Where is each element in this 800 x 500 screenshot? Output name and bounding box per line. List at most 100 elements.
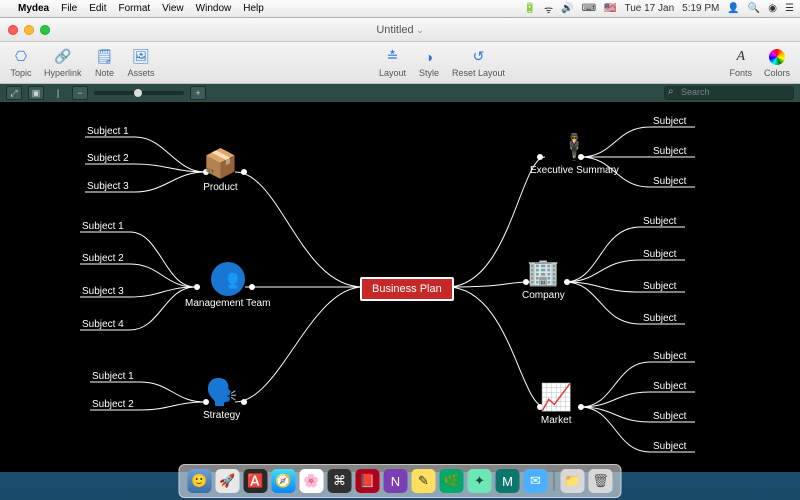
zoom-center-button[interactable]: ▣ [28, 86, 44, 100]
executive-icon: 🕴️ [558, 132, 590, 163]
toolbar-style-button[interactable]: ◑ Style [418, 48, 440, 78]
window-zoom-button[interactable] [40, 25, 50, 35]
zoom-out-button[interactable]: − [72, 86, 88, 100]
zoom-slider[interactable] [94, 91, 184, 95]
leaf[interactable]: Subject [653, 176, 686, 187]
zoom-sep: | [50, 86, 66, 100]
dock-finder-icon[interactable]: 🙂 [188, 469, 212, 493]
input-source-icon[interactable]: ⌨ [582, 3, 596, 14]
flag-icon[interactable]: 🇺🇸 [604, 3, 616, 14]
dock-app-2-icon[interactable]: ✎ [412, 469, 436, 493]
toolbar-label: Assets [128, 68, 155, 78]
menu-format[interactable]: Format [118, 3, 150, 14]
leaf[interactable]: Subject 1 [92, 371, 134, 382]
dock-safari-icon[interactable]: 🧭 [272, 469, 296, 493]
branch-label: Product [203, 182, 237, 193]
notification-center-icon[interactable]: ☰ [785, 3, 794, 14]
battery-icon[interactable]: 🔋 [524, 3, 536, 14]
window-titlebar[interactable]: Untitled [0, 18, 800, 42]
dock-app-3-icon[interactable]: 🌿 [440, 469, 464, 493]
menu-edit[interactable]: Edit [89, 3, 106, 14]
branch-market[interactable]: 📈 Market [540, 382, 572, 426]
menu-view[interactable]: View [162, 3, 184, 14]
dock-appstore-icon[interactable]: 🅰️ [244, 469, 268, 493]
leaf[interactable]: Subject 1 [87, 126, 129, 137]
toolbar-fonts-button[interactable]: A Fonts [729, 48, 752, 78]
window-minimize-button[interactable] [24, 25, 34, 35]
dock-app-1-icon[interactable]: 📕 [356, 469, 380, 493]
leaf[interactable]: Subject [653, 116, 686, 127]
zoom-strip: ⤢ ▣ | − + Search [0, 84, 800, 102]
document-title[interactable]: Untitled [376, 24, 423, 36]
hyperlink-icon: 🔗 [52, 48, 74, 66]
leaf[interactable]: Subject [653, 411, 686, 422]
dock-separator [554, 471, 555, 491]
branch-product[interactable]: 📦 Product [203, 147, 238, 193]
window-close-button[interactable] [8, 25, 18, 35]
siri-icon[interactable]: ◉ [768, 3, 777, 14]
branch-company[interactable]: 🏢 Company [522, 257, 565, 301]
dock-launchpad-icon[interactable]: 🚀 [216, 469, 240, 493]
leaf[interactable]: Subject 2 [82, 253, 124, 264]
leaf[interactable]: Subject [643, 313, 676, 324]
branch-management-team[interactable]: 👥 Management Team [185, 262, 270, 309]
wifi-icon[interactable]: ᯤ [544, 2, 553, 16]
branch-label: Market [541, 415, 572, 426]
dock-onenote-icon[interactable]: N [384, 469, 408, 493]
toolbar-label: Note [95, 68, 114, 78]
branch-label: Executive Summary [530, 165, 619, 176]
app-name-menu[interactable]: Mydea [18, 3, 49, 14]
zoom-fit-button[interactable]: ⤢ [6, 86, 22, 100]
toolbar-reset-layout-button[interactable]: ↺ Reset Layout [452, 48, 505, 78]
toolbar-assets-button[interactable]: 🖼 Assets [128, 48, 155, 78]
leaf[interactable]: Subject 3 [82, 286, 124, 297]
menu-file[interactable]: File [61, 3, 77, 14]
toolbar-topic-button[interactable]: ⎔ Topic [10, 48, 32, 78]
zoom-in-button[interactable]: + [190, 86, 206, 100]
menubar-time[interactable]: 5:19 PM [682, 3, 719, 14]
leaf[interactable]: Subject [653, 441, 686, 452]
toolbar-label: Hyperlink [44, 68, 82, 78]
central-topic[interactable]: Business Plan [360, 277, 454, 301]
toolbar-colors-button[interactable]: Colors [764, 48, 790, 78]
toolbar-layout-button[interactable]: ≛ Layout [379, 48, 406, 78]
search-input[interactable]: Search [664, 86, 794, 100]
leaf[interactable]: Subject 1 [82, 221, 124, 232]
dock-terminal-icon[interactable]: ⌘ [328, 469, 352, 493]
dock-app-4-icon[interactable]: ✦ [468, 469, 492, 493]
toolbar-label: Layout [379, 68, 406, 78]
menu-help[interactable]: Help [243, 3, 264, 14]
mindmap-canvas[interactable]: Business Plan 📦 Product 👥 Management Tea… [0, 102, 800, 472]
colors-icon [766, 48, 788, 66]
leaf[interactable]: Subject [653, 381, 686, 392]
toolbar-note-button[interactable]: 🗒 Note [94, 48, 116, 78]
leaf[interactable]: Subject [643, 216, 676, 227]
leaf[interactable]: Subject [653, 351, 686, 362]
dock-photos-icon[interactable]: 🌸 [300, 469, 324, 493]
user-icon[interactable]: 👤 [727, 3, 739, 14]
leaf[interactable]: Subject 2 [92, 399, 134, 410]
dock-app-5-icon[interactable]: ✉︎ [524, 469, 548, 493]
toolbar-hyperlink-button[interactable]: 🔗 Hyperlink [44, 48, 82, 78]
leaf[interactable]: Subject 4 [82, 319, 124, 330]
menu-window[interactable]: Window [196, 3, 232, 14]
volume-icon[interactable]: 🔊 [561, 3, 573, 14]
toolbar-label: Reset Layout [452, 68, 505, 78]
branch-label: Strategy [203, 410, 240, 421]
menubar-date[interactable]: Tue 17 Jan [624, 3, 674, 14]
leaf[interactable]: Subject 3 [87, 181, 129, 192]
toolbar-label: Style [419, 68, 439, 78]
branch-executive-summary[interactable]: 🕴️ Executive Summary [530, 132, 619, 176]
dock-trash-icon[interactable]: 🗑 [589, 469, 613, 493]
leaf[interactable]: Subject [643, 281, 676, 292]
team-icon: 👥 [211, 262, 245, 296]
leaf[interactable]: Subject 2 [87, 153, 129, 164]
dock-mydea-icon[interactable]: M [496, 469, 520, 493]
dock-folder-icon[interactable]: 📁 [561, 469, 585, 493]
leaf[interactable]: Subject [643, 249, 676, 260]
leaf[interactable]: Subject [653, 146, 686, 157]
spotlight-icon[interactable]: 🔍 [748, 3, 760, 14]
reset-layout-icon: ↺ [468, 48, 490, 66]
branch-strategy[interactable]: 🗣️ Strategy [203, 377, 240, 421]
fonts-icon: A [730, 48, 752, 66]
